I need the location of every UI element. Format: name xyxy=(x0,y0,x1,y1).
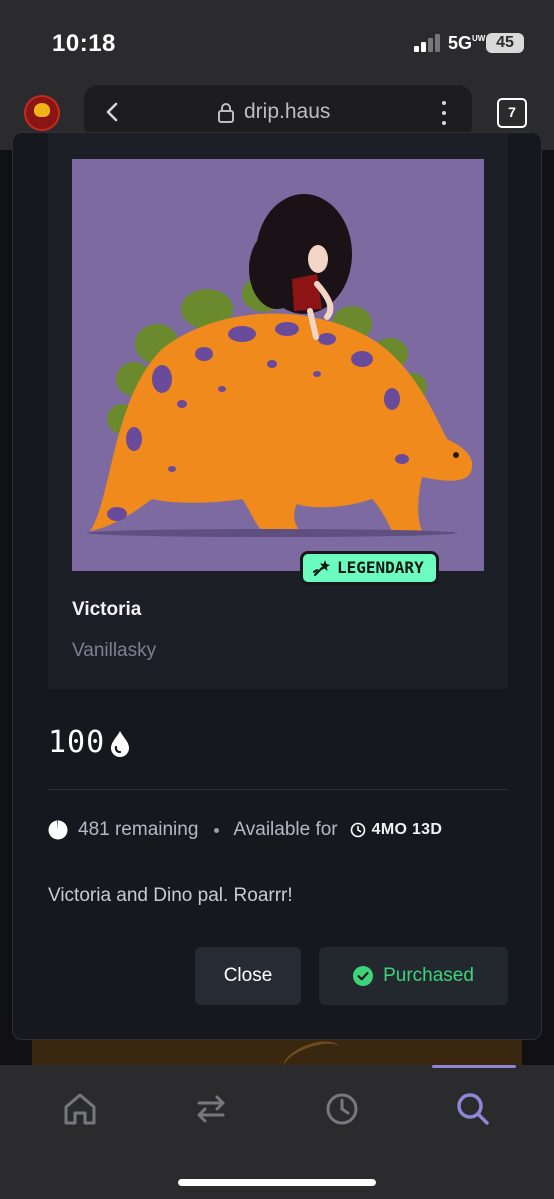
purchased-button-label: Purchased xyxy=(383,965,474,986)
availability-row: 481 remaining Available for 4MO 13D xyxy=(48,819,442,841)
home-icon[interactable] xyxy=(60,1089,100,1129)
check-circle-icon xyxy=(353,966,374,986)
url-text: drip.haus xyxy=(244,100,331,123)
price-value: 100 xyxy=(48,725,106,760)
more-options-icon[interactable] xyxy=(434,99,454,127)
active-tab-indicator xyxy=(432,1065,516,1068)
search-icon[interactable] xyxy=(453,1089,493,1129)
network-indicator: 5GUW xyxy=(448,33,485,54)
nft-detail-modal: LEGENDARY Victoria Vanillasky 100 481 re… xyxy=(12,132,542,1040)
nft-artist[interactable]: Vanillasky xyxy=(72,640,156,662)
status-bar: 10:18 5GUW 45 xyxy=(0,0,554,82)
nft-artwork xyxy=(72,159,484,571)
time-remaining: 4MO 13D xyxy=(371,821,443,838)
tab-switcher-button[interactable]: 7 xyxy=(497,98,527,128)
clock-icon xyxy=(350,822,365,838)
droplet-icon xyxy=(111,730,130,757)
site-favicon-icon[interactable] xyxy=(24,95,60,131)
clock-time: 10:18 xyxy=(52,30,116,57)
price-display: 100 xyxy=(48,725,131,760)
nft-description: Victoria and Dino pal. Roarrr! xyxy=(48,885,293,906)
dinosaur-girl-illustration xyxy=(87,194,473,537)
battery-icon: 45 xyxy=(486,33,524,53)
swap-icon[interactable] xyxy=(191,1089,231,1129)
close-button[interactable]: Close xyxy=(195,947,301,1005)
network-suffix: UW xyxy=(472,34,486,43)
background-card xyxy=(32,1040,522,1065)
separator-dot xyxy=(214,827,220,833)
signal-strength-icon xyxy=(414,34,442,52)
remaining-count: 481 remaining xyxy=(78,819,199,840)
rarity-label: LEGENDARY xyxy=(337,558,424,577)
available-label: Available for xyxy=(233,819,338,840)
address-bar[interactable]: drip.haus xyxy=(84,85,472,139)
home-indicator xyxy=(178,1179,376,1186)
legendary-badge: LEGENDARY xyxy=(300,551,439,585)
bottom-navigation xyxy=(0,1065,554,1199)
supply-pie-icon xyxy=(48,820,68,840)
purchased-button[interactable]: Purchased xyxy=(319,947,508,1005)
divider xyxy=(48,789,508,790)
nft-title: Victoria xyxy=(72,599,142,620)
shooting-star-icon xyxy=(313,560,330,576)
lock-icon xyxy=(218,103,234,123)
back-arrow-icon[interactable] xyxy=(98,97,128,127)
nft-card: LEGENDARY Victoria Vanillasky xyxy=(48,133,508,689)
network-type: 5G xyxy=(448,33,473,53)
history-icon[interactable] xyxy=(322,1089,362,1129)
close-button-label: Close xyxy=(223,965,273,986)
